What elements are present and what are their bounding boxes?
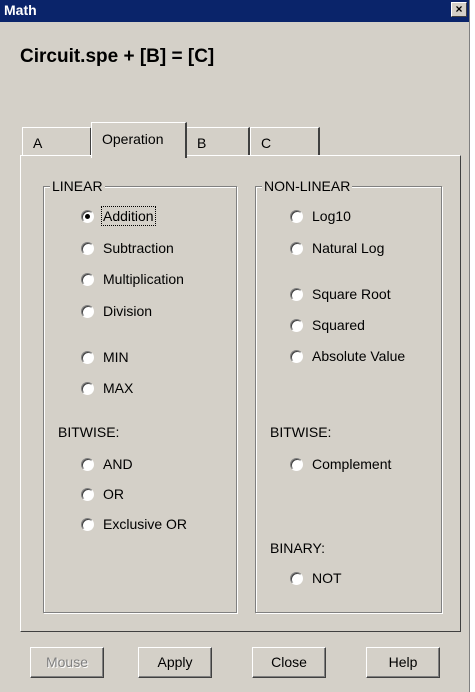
radio-square-root-label: Square Root [312,286,391,302]
radio-addition-dot [81,209,94,223]
linear-group-title: LINEAR [50,178,105,194]
radio-log10-dot [290,209,303,223]
tab-c[interactable]: C [250,127,320,156]
tab-operation-label: Operation [102,131,164,147]
radio-log10-label: Log10 [312,208,351,224]
radio-division[interactable]: Division [81,303,152,319]
radio-addition-label: Addition [101,206,156,226]
math-dialog: Math × Circuit.spe + [B] = [C] A Operati… [0,0,470,692]
radio-complement-label: Complement [312,456,392,472]
radio-multiplication-label: Multiplication [103,271,184,287]
radio-multiplication[interactable]: Multiplication [81,271,184,287]
radio-absolute-value[interactable]: Absolute Value [290,348,405,364]
radio-or-label: OR [103,486,124,502]
radio-complement-dot [290,457,303,471]
radio-and-label: AND [103,456,133,472]
apply-button[interactable]: Apply [138,647,212,678]
radio-square-root[interactable]: Square Root [290,286,391,302]
radio-squared-label: Squared [312,317,365,333]
radio-complement[interactable]: Complement [290,456,391,472]
radio-and-dot [81,457,94,471]
radio-not[interactable]: NOT [290,570,342,586]
radio-squared-dot [290,318,303,332]
linear-bitwise-label: BITWISE: [58,424,120,440]
radio-or[interactable]: OR [81,486,124,502]
radio-natural-log-label: Natural Log [312,240,385,256]
radio-division-dot [81,304,94,318]
tab-a-label: A [33,135,43,151]
tab-b-label: B [197,135,207,151]
radio-subtraction-dot [81,241,94,255]
linear-group: LINEAR Addition Subtraction Multiplicati… [43,178,237,613]
radio-exclusive-or-dot [81,517,94,531]
radio-absolute-value-label: Absolute Value [312,348,406,364]
radio-or-dot [81,487,94,501]
radio-min-dot [81,350,94,364]
radio-log10[interactable]: Log10 [290,208,351,224]
tab-c-label: C [261,135,272,151]
radio-natural-log[interactable]: Natural Log [290,240,384,256]
tab-a[interactable]: A [22,127,92,156]
nonlinear-group-title: NON-LINEAR [262,178,353,194]
nonlinear-bitwise-label: BITWISE: [270,424,332,440]
radio-division-label: Division [103,303,153,319]
radio-min[interactable]: MIN [81,349,129,365]
radio-exclusive-or[interactable]: Exclusive OR [81,516,187,532]
radio-subtraction[interactable]: Subtraction [81,240,174,256]
close-icon[interactable]: × [451,2,467,17]
tab-operation[interactable]: Operation [91,122,187,158]
radio-addition[interactable]: Addition [81,206,156,226]
title-bar[interactable]: Math × [0,0,469,22]
help-button[interactable]: Help [366,647,440,678]
radio-not-label: NOT [312,570,342,586]
mouse-button[interactable]: Mouse [30,647,104,678]
radio-subtraction-label: Subtraction [103,240,174,256]
window-title: Math [4,2,37,18]
radio-multiplication-dot [81,272,94,286]
tab-b[interactable]: B [186,127,250,156]
radio-max-label: MAX [103,380,134,396]
radio-not-dot [290,571,303,585]
radio-max-dot [81,381,94,395]
radio-natural-log-dot [290,241,303,255]
binary-label: BINARY: [270,540,325,556]
formula-label: Circuit.spe + [B] = [C] [20,46,215,67]
radio-and[interactable]: AND [81,456,133,472]
radio-squared[interactable]: Squared [290,317,365,333]
operation-panel: LINEAR Addition Subtraction Multiplicati… [20,155,461,632]
nonlinear-group: NON-LINEAR Log10 Natural Log Square Root… [255,178,442,613]
radio-square-root-dot [290,287,303,301]
radio-min-label: MIN [103,349,129,365]
radio-absolute-value-dot [290,349,303,363]
radio-exclusive-or-label: Exclusive OR [103,516,188,532]
close-button[interactable]: Close [252,647,326,678]
radio-max[interactable]: MAX [81,380,133,396]
